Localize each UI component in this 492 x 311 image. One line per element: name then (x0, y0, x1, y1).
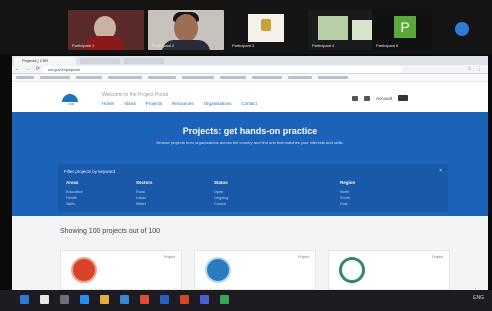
results-count: Showing 100 projects out of 100 (60, 228, 161, 235)
participant-tile[interactable]: Participant 1 (68, 10, 144, 50)
bookmarks-bar (12, 74, 488, 82)
nav-link-contact[interactable]: Contact (241, 101, 257, 106)
nav-link-resources[interactable]: Resources (172, 101, 194, 106)
bookmark[interactable] (318, 76, 348, 79)
page-subtitle: Browse projects from organisations acros… (156, 140, 344, 145)
teams-icon[interactable] (200, 295, 209, 304)
hero-banner: Projects: get hands-on practice Browse p… (12, 112, 488, 216)
project-badge: Project (298, 255, 309, 259)
filter-heading: Sectors (136, 180, 153, 185)
site-header: CSR Welcome to the Project Portal Home A… (12, 82, 488, 112)
participant-name: Participant 1 (72, 43, 95, 48)
project-card[interactable]: Project (328, 250, 450, 290)
browser-menu-icon[interactable]: ☆ ⋮ (467, 66, 484, 72)
bookmark[interactable] (182, 76, 214, 79)
filter-option[interactable]: East (340, 201, 355, 207)
site-title: Welcome to the Project Portal (102, 92, 169, 98)
nav-link-projects[interactable]: Projects (146, 101, 162, 106)
filter-column: Region North South East (340, 180, 355, 207)
filter-heading: Region (340, 180, 356, 185)
shared-image (352, 20, 374, 40)
powerpoint-icon[interactable] (180, 295, 189, 304)
participant-name: Participant 2 (152, 43, 175, 48)
bookmark[interactable] (108, 76, 142, 79)
bookmark[interactable] (220, 76, 246, 79)
participant-tile[interactable]: Participant 2 (148, 10, 224, 50)
bookmark[interactable] (40, 76, 70, 79)
filter-option[interactable]: Water (136, 201, 153, 207)
emblem-icon (261, 19, 271, 31)
nav-link-home[interactable]: Home (102, 101, 114, 106)
participant-tile[interactable]: Participant 3 (228, 10, 304, 50)
logo-text: CSR (67, 102, 75, 106)
participant-initial-avatar: P (394, 16, 416, 38)
account-label[interactable]: Account (376, 96, 392, 101)
bookmark[interactable] (16, 76, 34, 79)
bookmark[interactable] (76, 76, 102, 79)
project-logo-icon (205, 257, 231, 283)
nav-link-about[interactable]: About (124, 101, 136, 106)
filter-panel: Filter projects by keyword × Areas Educa… (58, 164, 448, 212)
browser-window: Projects | CSR ← → ⟳ csr.gov.in/projects… (12, 56, 488, 290)
page-title: Projects: get hands-on practice (182, 126, 318, 136)
project-logo-icon (71, 257, 97, 283)
user-icon[interactable] (364, 95, 370, 101)
nav-buttons[interactable]: ← → ⟳ (15, 66, 42, 72)
project-badge: Project (164, 255, 175, 259)
site-logo[interactable]: CSR (60, 90, 80, 106)
system-tray[interactable]: ENG (473, 295, 484, 301)
participant-tile[interactable]: P Participant 5 (372, 10, 432, 50)
url-field[interactable]: csr.gov.in/projects (42, 66, 402, 73)
participant-name: Participant 4 (312, 43, 335, 48)
folder-icon[interactable] (100, 295, 109, 304)
bookmark[interactable] (288, 76, 312, 79)
close-icon[interactable]: × (439, 168, 442, 174)
bookmark[interactable] (252, 76, 282, 79)
filter-column: Status Open Ongoing Closed (214, 180, 228, 207)
edge-icon[interactable] (80, 295, 89, 304)
participant-name: Participant 5 (376, 43, 399, 48)
logo-icon (62, 94, 78, 102)
tab-bar: Projects | CSR (12, 56, 488, 65)
word-icon[interactable] (160, 295, 169, 304)
filter-option[interactable]: Skills (66, 201, 83, 207)
project-logo-icon (339, 257, 365, 283)
participant-name: Participant 3 (232, 43, 255, 48)
project-card[interactable]: Project (60, 250, 182, 290)
chrome-icon[interactable] (140, 295, 149, 304)
os-taskbar: ENG (0, 290, 492, 311)
shared-image (318, 16, 348, 40)
results-section: Showing 100 projects out of 100 Project … (12, 216, 488, 290)
browser-tab[interactable] (80, 58, 120, 64)
project-card[interactable]: Project (194, 250, 316, 290)
participant-avatar (174, 14, 198, 42)
app-icon[interactable] (220, 295, 229, 304)
filter-heading: Areas (66, 180, 79, 185)
filter-column: Sectors Rural Urban Water (136, 180, 153, 207)
bookmark[interactable] (148, 76, 176, 79)
filter-option[interactable]: Closed (214, 201, 228, 207)
search-icon[interactable] (40, 295, 49, 304)
filter-column: Areas Education Health Skills (66, 180, 83, 207)
store-icon[interactable] (120, 295, 129, 304)
filter-heading: Status (214, 180, 228, 185)
address-bar-row: ← → ⟳ csr.gov.in/projects ☆ ⋮ (12, 65, 488, 74)
video-call-strip: Participant 1 Participant 2 Participant … (0, 0, 492, 54)
call-options-icon[interactable] (455, 22, 469, 36)
filter-search-input[interactable]: Filter projects by keyword (64, 169, 115, 174)
task-view-icon[interactable] (60, 295, 69, 304)
browser-tab[interactable] (124, 58, 164, 64)
search-icon[interactable] (352, 95, 358, 101)
browser-tab[interactable]: Projects | CSR (14, 57, 76, 65)
project-badge: Project (432, 255, 443, 259)
menu-button[interactable] (398, 95, 409, 101)
site-nav: Home About Projects Resources Organisati… (102, 101, 257, 106)
start-icon[interactable] (20, 295, 29, 304)
nav-link-organisations[interactable]: Organisations (204, 101, 232, 106)
site-actions: Account (352, 95, 409, 101)
